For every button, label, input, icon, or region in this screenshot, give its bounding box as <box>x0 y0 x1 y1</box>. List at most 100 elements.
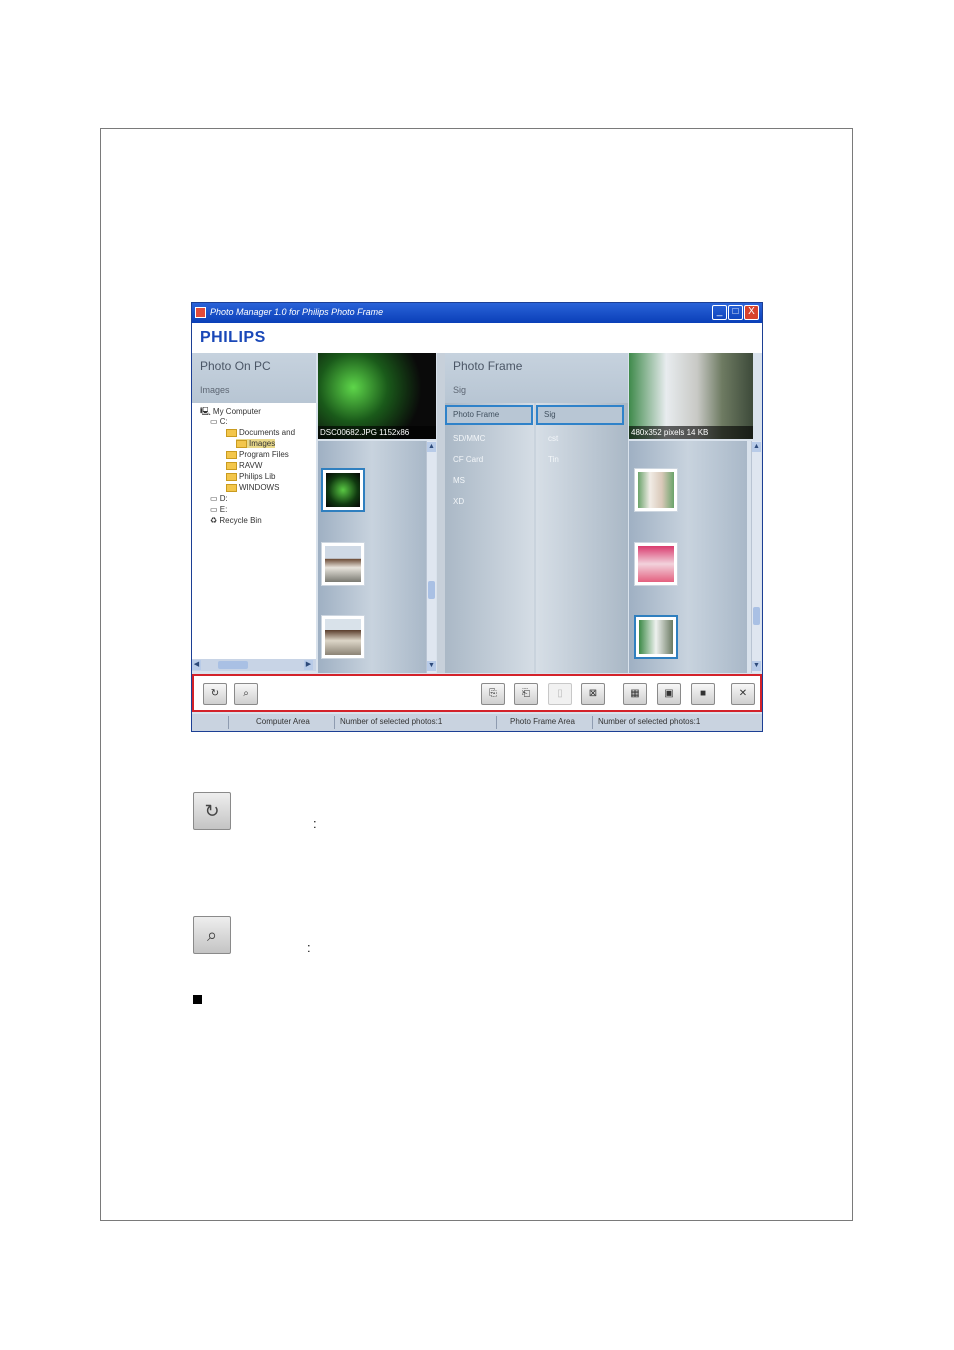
column-separator <box>534 403 536 673</box>
window-title: Photo Manager 1.0 for Philips Photo Fram… <box>210 307 384 317</box>
frame-preview-image: 480x352 pixels 14 KB <box>629 353 753 439</box>
status-separator <box>228 716 229 729</box>
drive-icon: ▭ <box>210 505 220 514</box>
frame-preview-caption: 480x352 pixels 14 KB <box>629 426 753 439</box>
view-small-button[interactable]: ▦ <box>623 683 647 705</box>
brand-bar: PHILIPS <box>192 323 762 353</box>
scroll-right-icon[interactable]: ▶ <box>304 660 313 670</box>
drive-icon: ▭ <box>210 417 220 426</box>
scroll-down-icon[interactable]: ▼ <box>427 661 436 671</box>
rotate-button[interactable]: ↻ <box>203 683 227 705</box>
storage-item-photo-frame[interactable]: Photo Frame <box>445 405 533 425</box>
pc-thumbnail[interactable] <box>321 542 365 586</box>
rotate-icon: ↻ <box>210 688 220 699</box>
folder-icon <box>226 461 237 470</box>
pc-panel-title: Photo On PC <box>200 359 271 373</box>
frame-panel-title: Photo Frame <box>453 359 523 373</box>
status-separator <box>496 716 497 729</box>
scroll-up-icon[interactable]: ▲ <box>427 442 436 452</box>
app-icon <box>195 307 206 318</box>
pc-thumbnail[interactable] <box>321 615 365 659</box>
frame-thumbnail-list[interactable] <box>629 441 747 673</box>
pc-preview-caption: DSC00682.JPG 1152x86 <box>318 426 436 439</box>
storage-item-xd[interactable]: XD <box>453 497 464 506</box>
image-medium-icon: ▣ <box>664 688 674 699</box>
copy-icon: ⎘ <box>489 688 497 699</box>
copy-to-pc-button[interactable]: ⎗ <box>514 683 538 705</box>
tree-item-images[interactable]: Images <box>236 439 276 448</box>
frame-storage-list[interactable]: Photo Frame Sig SD/MMC cst CF Card Tin M… <box>445 403 628 673</box>
scroll-down-icon[interactable]: ▼ <box>752 661 761 671</box>
tree-item-program-files[interactable]: Program Files <box>226 450 289 459</box>
pc-thumbnail[interactable] <box>321 468 365 512</box>
delete-icon: ⊠ <box>588 688 598 699</box>
zoom-button[interactable]: ⌕ <box>234 683 258 705</box>
delete-button[interactable]: ⊠ <box>581 683 605 705</box>
rotate-description-colon: : <box>313 816 317 831</box>
pc-thumbnail-list[interactable] <box>318 441 426 673</box>
copy-back-icon: ⎗ <box>522 688 530 699</box>
tree-item-c-drive[interactable]: ▭ C: <box>210 417 228 426</box>
tree-item-windows[interactable]: WINDOWS <box>226 483 279 492</box>
scroll-thumb[interactable] <box>218 661 248 669</box>
scroll-thumb[interactable] <box>428 581 435 599</box>
frame-thumbnail-scrollbar[interactable]: ▲ ▼ <box>751 441 761 673</box>
pc-panel-header: Photo On PC Images <box>192 353 316 408</box>
rotate-icon-large: ↻ <box>193 792 231 830</box>
status-separator <box>592 716 593 729</box>
image-small-icon: ▦ <box>630 688 640 699</box>
storage-value-photo-frame[interactable]: Sig <box>536 405 624 425</box>
folder-icon <box>226 472 237 481</box>
status-separator <box>334 716 335 729</box>
recycle-bin-icon: ♻ <box>210 516 220 525</box>
scroll-left-icon[interactable]: ◀ <box>192 660 201 670</box>
status-bar: Computer Area Number of selected photos:… <box>192 714 762 731</box>
close-icon: ✕ <box>738 688 748 699</box>
storage-item-sd-mmc[interactable]: SD/MMC <box>453 434 485 443</box>
tree-item-recycle-bin[interactable]: ♻ Recycle Bin <box>210 516 262 525</box>
frame-thumbnail[interactable] <box>634 542 678 586</box>
scroll-thumb[interactable] <box>753 607 760 625</box>
zoom-icon-large: ⌕ <box>193 916 231 954</box>
computer-icon: 🖳 <box>200 407 213 416</box>
close-window-button[interactable]: X <box>744 305 759 320</box>
pc-preview-image: DSC00682.JPG 1152x86 <box>318 353 436 439</box>
paste-button[interactable]: ▯ <box>548 683 572 705</box>
status-frame-area: Photo Frame Area <box>510 717 575 726</box>
storage-value-cf-card[interactable]: Tin <box>548 455 559 464</box>
image-large-icon: ■ <box>699 688 707 699</box>
maximize-button[interactable]: □ <box>728 305 743 320</box>
pc-current-path: Images <box>200 385 230 395</box>
tree-item-d-drive[interactable]: ▭ D: <box>210 494 228 503</box>
folder-tree[interactable]: 🖳 My Computer ▭ C: Documents and Images … <box>192 403 316 661</box>
storage-value-sd-mmc[interactable]: cst <box>548 434 558 443</box>
copy-to-frame-button[interactable]: ⎘ <box>481 683 505 705</box>
storage-item-cf-card[interactable]: CF Card <box>453 455 483 464</box>
folder-icon <box>226 483 237 492</box>
title-bar: Photo Manager 1.0 for Philips Photo Fram… <box>192 303 762 323</box>
bullet-square-icon <box>193 995 202 1004</box>
status-frame-count: Number of selected photos:1 <box>598 717 701 726</box>
tree-item-ravw[interactable]: RAVW <box>226 461 262 470</box>
close-button[interactable]: ✕ <box>731 683 755 705</box>
tree-horizontal-scrollbar[interactable]: ◀ ▶ <box>192 659 316 671</box>
view-medium-button[interactable]: ▣ <box>657 683 681 705</box>
view-large-button[interactable]: ■ <box>691 683 715 705</box>
philips-logo: PHILIPS <box>200 329 266 346</box>
app-window: Photo Manager 1.0 for Philips Photo Fram… <box>191 302 763 732</box>
status-pc-area: Computer Area <box>256 717 310 726</box>
tree-item-philips-lib[interactable]: Philips Lib <box>226 472 275 481</box>
zoom-description-colon: : <box>307 940 311 955</box>
storage-item-ms[interactable]: MS <box>453 476 465 485</box>
folder-icon <box>226 428 237 437</box>
minimize-button[interactable]: _ <box>712 305 727 320</box>
scroll-up-icon[interactable]: ▲ <box>752 442 761 452</box>
status-pc-count: Number of selected photos:1 <box>340 717 443 726</box>
drive-icon: ▭ <box>210 494 220 503</box>
frame-thumbnail[interactable] <box>634 615 678 659</box>
tree-item-e-drive[interactable]: ▭ E: <box>210 505 227 514</box>
panel-divider[interactable] <box>437 353 445 673</box>
tree-item-documents[interactable]: Documents and <box>226 428 295 437</box>
frame-thumbnail[interactable] <box>634 468 678 512</box>
pc-thumbnail-scrollbar[interactable]: ▲ ▼ <box>426 441 436 673</box>
